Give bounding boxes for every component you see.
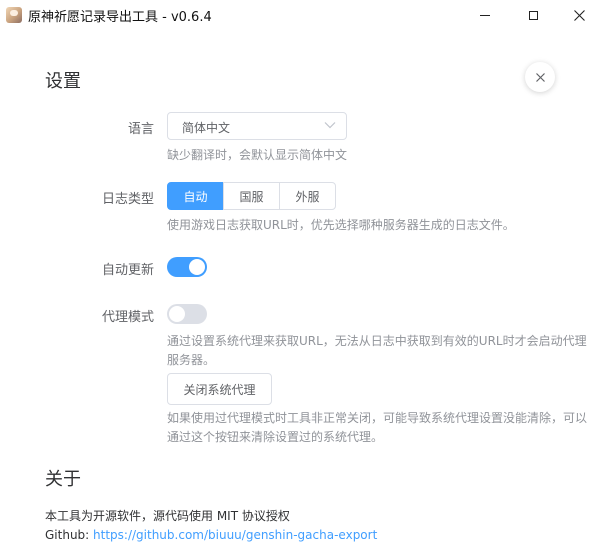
- log-type-option-cn[interactable]: 国服: [223, 182, 280, 210]
- language-hint: 缺少翻译时，会默认显示简体中文: [167, 148, 348, 162]
- github-label: Github:: [45, 528, 94, 542]
- app-icon: [6, 7, 22, 23]
- window-title: 原神祈愿记录导出工具 - v0.6.4: [28, 10, 212, 25]
- github-link[interactable]: https://github.com/biuuu/genshin-gacha-e…: [93, 528, 377, 542]
- log-type-option-auto[interactable]: 自动: [167, 182, 224, 210]
- github-line: Github: https://github.com/biuuu/genshin…: [45, 528, 377, 542]
- log-type-hint: 使用游戏日志获取URL时，优先选择哪种服务器生成的日志文件。: [167, 218, 515, 232]
- license-text: 本工具为开源软件，源代码使用 MIT 协议授权: [45, 509, 290, 523]
- log-type-label: 日志类型: [101, 192, 154, 207]
- settings-title: 设置: [45, 71, 81, 92]
- log-type-option-global[interactable]: 外服: [279, 182, 336, 210]
- close-icon: [535, 72, 545, 82]
- maximize-button[interactable]: [510, 0, 556, 30]
- close-system-proxy-button[interactable]: 关闭系统代理: [167, 373, 272, 405]
- proxy-mode-hint: 通过设置系统代理来获取URL，无法从日志中获取到有效的URL时才会启动代理服务器…: [167, 334, 587, 367]
- title-bar: 原神祈愿记录导出工具 - v0.6.4: [0, 0, 600, 30]
- auto-update-switch[interactable]: [167, 257, 207, 277]
- switch-knob: [169, 306, 185, 322]
- chevron-down-icon: [324, 122, 336, 129]
- language-label: 语言: [127, 122, 154, 137]
- minimize-icon: [480, 14, 490, 16]
- minimize-button[interactable]: [462, 0, 508, 30]
- close-proxy-hint: 如果使用过代理模式时工具非正常关闭，可能导致系统代理设置没能清除，可以通过这个按…: [167, 411, 588, 444]
- close-icon: [573, 9, 585, 21]
- auto-update-label: 自动更新: [101, 263, 154, 278]
- switch-knob: [189, 259, 205, 275]
- language-select-value: 简体中文: [182, 121, 231, 135]
- window-close-button[interactable]: [556, 0, 600, 30]
- maximize-icon: [528, 10, 538, 20]
- language-select[interactable]: 简体中文: [167, 112, 347, 140]
- proxy-mode-switch[interactable]: [167, 304, 207, 324]
- proxy-mode-label: 代理模式: [101, 310, 154, 325]
- about-title: 关于: [45, 469, 81, 490]
- log-type-radio-group: 自动 国服 外服: [167, 182, 336, 210]
- close-settings-button[interactable]: [525, 62, 555, 92]
